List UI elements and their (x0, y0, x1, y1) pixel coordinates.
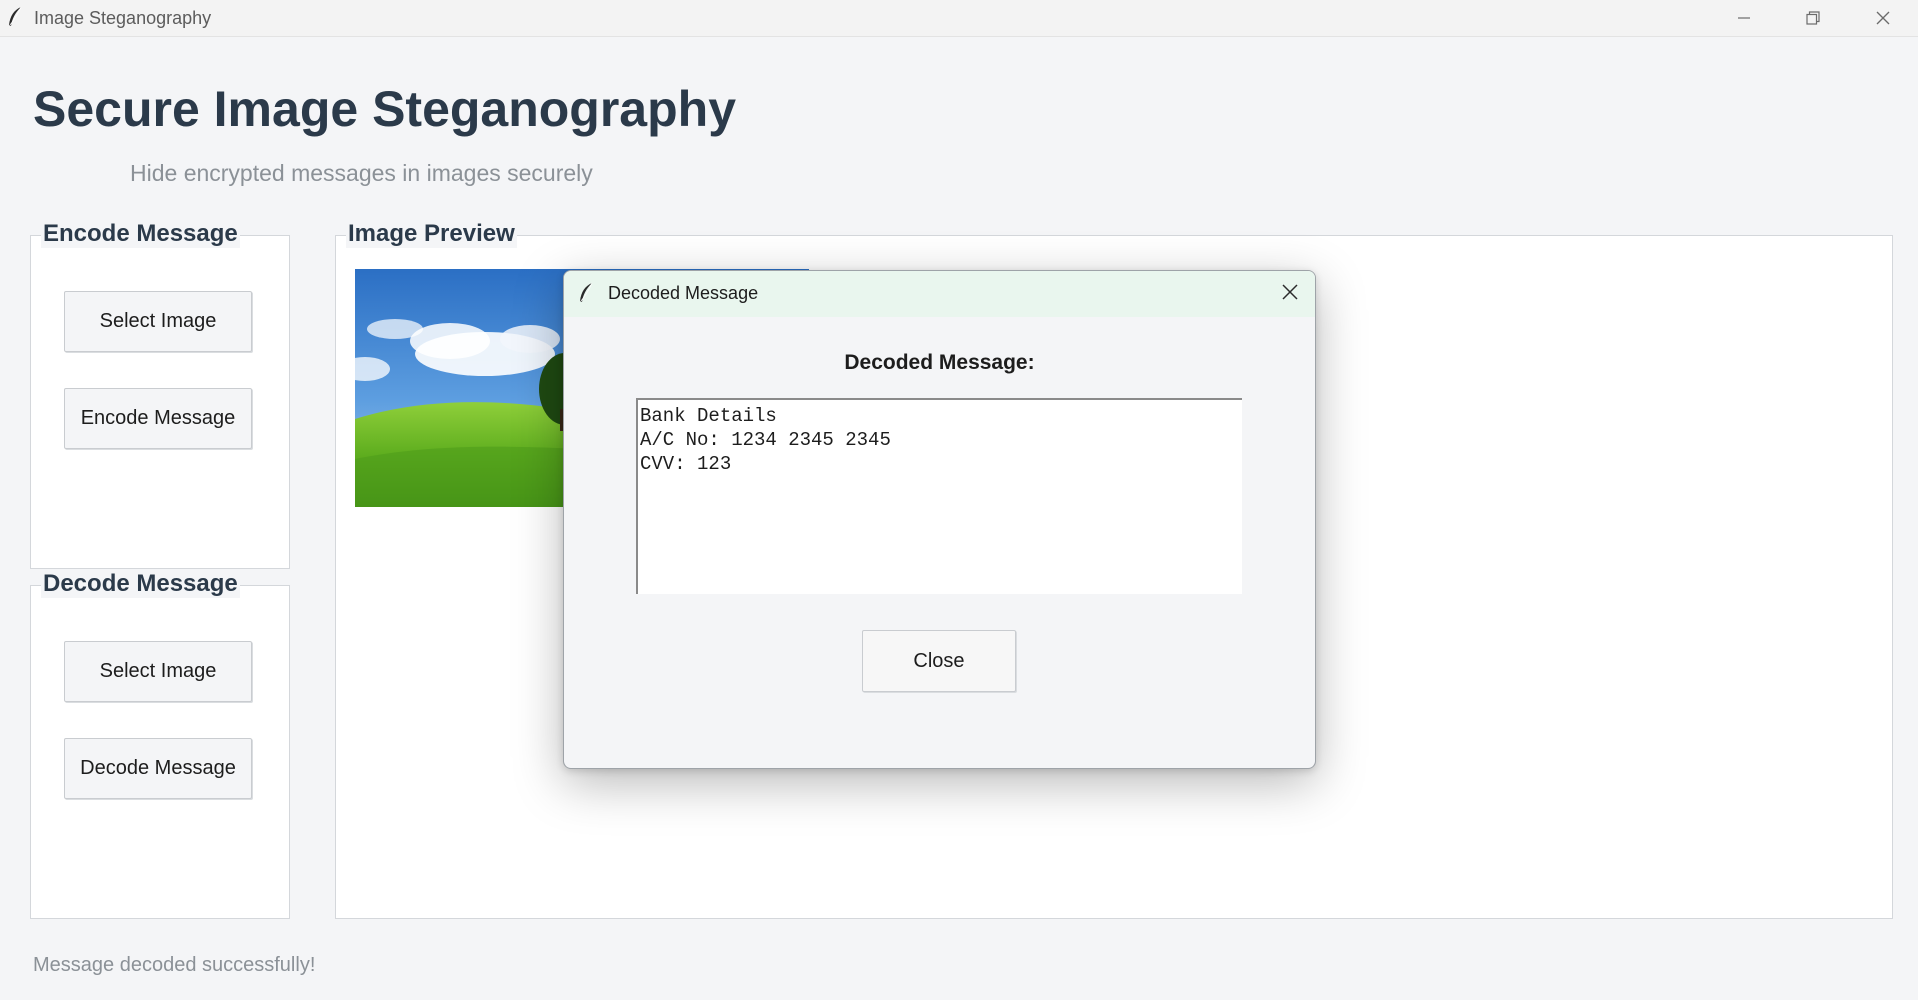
decode-select-image-button[interactable]: Select Image (64, 641, 252, 702)
dialog-title: Decoded Message (608, 283, 759, 303)
minimize-button[interactable] (1710, 0, 1778, 36)
dialog-close-action-button[interactable]: Close (862, 630, 1016, 692)
close-icon (1875, 10, 1891, 26)
page-subtitle: Hide encrypted messages in images secure… (130, 160, 593, 186)
window-title: Image Steganography (34, 8, 212, 28)
status-message: Message decoded successfully! (33, 954, 316, 976)
dialog-titlebar[interactable]: Decoded Message (564, 271, 1315, 317)
app-window: Image Steganography Secure Image Stegano… (0, 0, 1918, 1000)
close-icon (1281, 283, 1299, 306)
image-preview-label: Image Preview (346, 220, 517, 248)
restore-button[interactable] (1779, 0, 1847, 36)
decode-panel-label: Decode Message (41, 570, 240, 598)
page-title: Secure Image Steganography (33, 81, 737, 137)
window-titlebar[interactable]: Image Steganography (0, 0, 1918, 37)
encode-message-button[interactable]: Encode Message (64, 388, 252, 449)
dialog-heading: Decoded Message: (844, 351, 1035, 374)
decoded-message-textarea[interactable]: Bank Details A/C No: 1234 2345 2345 CVV:… (636, 398, 1242, 594)
window-close-button[interactable] (1849, 0, 1917, 36)
decoded-message-dialog: Decoded Message Decoded Message: Bank De… (563, 270, 1316, 769)
restore-icon (1805, 10, 1821, 26)
minimize-icon (1736, 10, 1752, 26)
decode-panel: Decode Message Select Image Decode Messa… (30, 570, 290, 919)
encode-panel-label: Encode Message (41, 220, 240, 248)
dialog-close-button[interactable] (1265, 271, 1315, 317)
decode-message-button[interactable]: Decode Message (64, 738, 252, 799)
feather-icon (6, 6, 24, 28)
feather-icon (578, 282, 594, 304)
encode-select-image-button[interactable]: Select Image (64, 291, 252, 352)
encode-panel: Encode Message Select Image Encode Messa… (30, 220, 290, 569)
